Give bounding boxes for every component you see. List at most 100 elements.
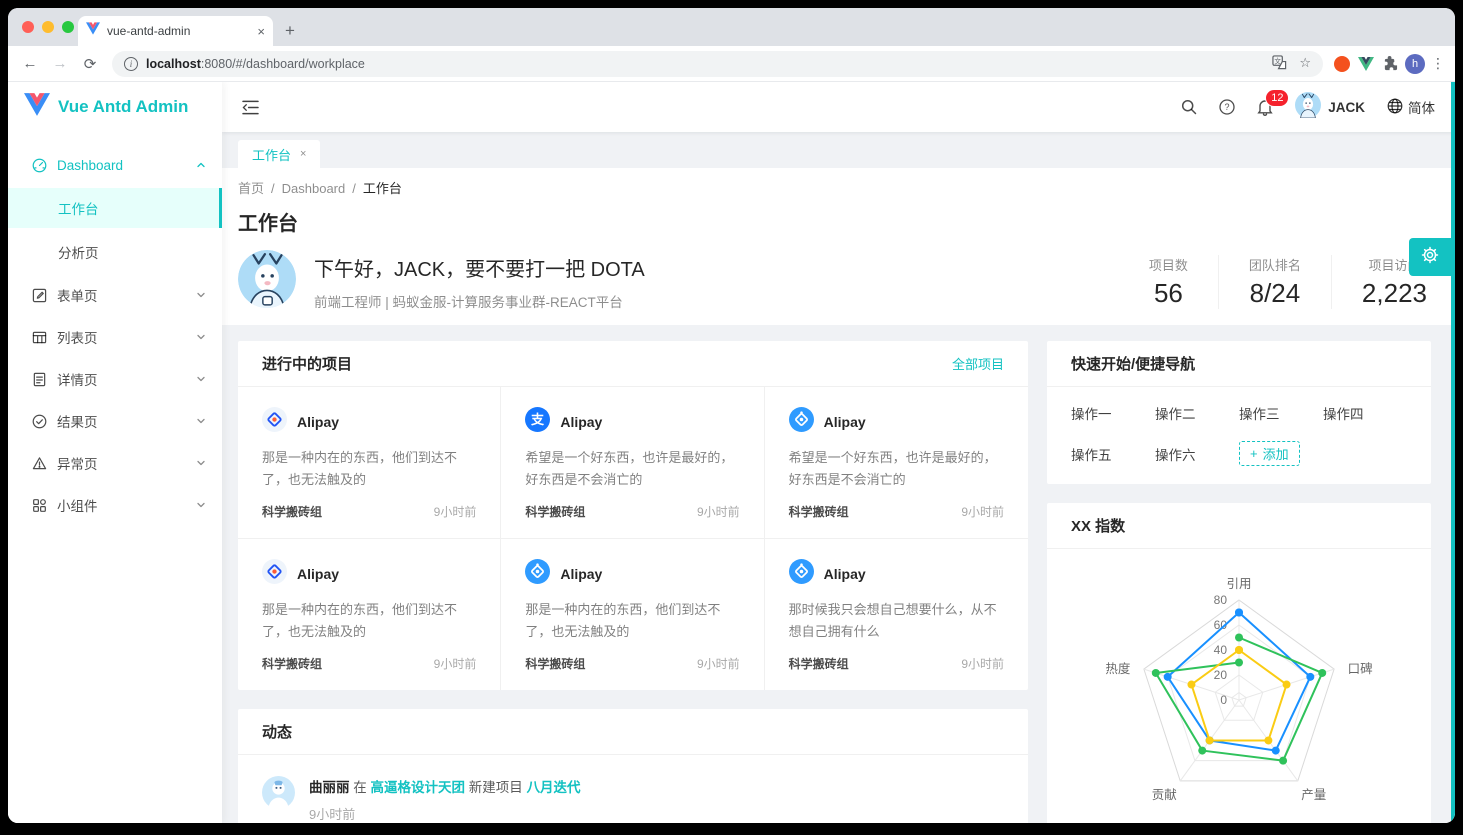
menu-fold-icon[interactable] — [242, 100, 259, 115]
sidebar-item-详情页[interactable]: 详情页 — [8, 360, 222, 398]
project-time: 9小时前 — [697, 503, 740, 520]
page-tabbar: 工作台× — [222, 132, 1455, 168]
browser-menu-icon[interactable]: ⋮ — [1431, 55, 1445, 72]
page-tab-工作台[interactable]: 工作台× — [238, 140, 320, 168]
browser-profile-avatar[interactable]: h — [1405, 54, 1425, 74]
project-group-link[interactable]: 科学搬砖组 — [525, 503, 585, 520]
chevron-down-icon — [196, 498, 206, 513]
quick-link-操作五[interactable]: 操作五 — [1071, 444, 1155, 464]
translate-icon[interactable]: 文 — [1272, 55, 1287, 73]
project-name[interactable]: Alipay — [824, 414, 866, 430]
project-footer: 科学搬砖组9小时前 — [789, 655, 1004, 672]
activity-text: 曲丽丽 在 高逼格设计天团 新建项目 八月迭代 — [309, 776, 1004, 796]
notification-bell-icon[interactable]: 12 — [1257, 99, 1273, 116]
extensions-puzzle-icon[interactable] — [1381, 55, 1399, 73]
sidebar-item-小组件[interactable]: 小组件 — [8, 486, 222, 524]
stat-value: 8/24 — [1249, 278, 1301, 309]
browser-tab-title: vue-antd-admin — [107, 24, 250, 38]
sidebar: Vue Antd Admin Dashboard 工作台分析页表单页列表页详情页结… — [8, 82, 222, 823]
sidebar-item-Dashboard[interactable]: Dashboard — [8, 146, 222, 184]
language-switcher[interactable]: 简体 — [1387, 97, 1435, 117]
theme-drawer-edge — [1451, 82, 1455, 823]
sidebar-item-表单页[interactable]: 表单页 — [8, 276, 222, 314]
app-logo-text: Vue Antd Admin — [58, 97, 188, 117]
sidebar-item-结果页[interactable]: 结果页 — [8, 402, 222, 440]
sidebar-submenu: 工作台分析页 — [8, 188, 222, 272]
project-name[interactable]: Alipay — [297, 414, 339, 430]
quick-link-操作二[interactable]: 操作二 — [1155, 403, 1239, 423]
radar-axis-label: 热度 — [1105, 661, 1131, 676]
reload-icon[interactable]: ⟳ — [78, 55, 102, 73]
activity-item: 曲丽丽 在 高逼格设计天团 新建项目 八月迭代 9小时前 — [262, 759, 1004, 823]
vue-devtools-icon[interactable] — [1357, 55, 1375, 73]
forward-icon[interactable]: → — [48, 55, 72, 72]
address-bar[interactable]: i localhost:8080/#/dashboard/workplace 文… — [112, 51, 1323, 77]
minimize-window-button[interactable] — [42, 21, 54, 33]
project-name[interactable]: Alipay — [824, 566, 866, 582]
back-icon[interactable]: ← — [18, 55, 42, 72]
tab-close-icon[interactable]: × — [257, 24, 265, 39]
project-group-link[interactable]: 科学搬砖组 — [789, 655, 849, 672]
project-card[interactable]: Alipay希望是一个好东西，也许是最好的，好东西是不会消亡的科学搬砖组9小时前 — [765, 387, 1028, 539]
bookmark-star-icon[interactable]: ☆ — [1299, 55, 1311, 73]
page-title: 工作台 — [238, 207, 1427, 236]
project-description: 希望是一个好东西，也许是最好的，好东西是不会消亡的 — [525, 447, 739, 491]
activity-link[interactable]: 高逼格设计天团 — [371, 780, 469, 795]
user-avatar — [1295, 92, 1321, 123]
stat-label: 团队排名 — [1249, 255, 1301, 274]
project-footer: 科学搬砖组9小时前 — [525, 655, 739, 672]
radar-tick-label: 40 — [1214, 643, 1228, 657]
extension-orange-icon[interactable] — [1333, 55, 1351, 73]
breadcrumb-item[interactable]: 首页 — [238, 181, 264, 196]
quick-link-操作三[interactable]: 操作三 — [1239, 403, 1323, 423]
add-button[interactable]: +添加 — [1239, 441, 1300, 466]
sidebar-item-label: Dashboard — [57, 158, 186, 173]
zoom-window-button[interactable] — [62, 21, 74, 33]
vue-logo-icon — [24, 93, 50, 121]
app-logo[interactable]: Vue Antd Admin — [8, 82, 222, 132]
browser-tab[interactable]: vue-antd-admin × — [78, 16, 273, 46]
result-icon — [32, 414, 47, 429]
site-info-icon[interactable]: i — [124, 57, 138, 71]
quick-link-操作四[interactable]: 操作四 — [1323, 403, 1407, 423]
activity-card: 动态 曲丽丽 在 高逼格设计天团 新建项目 八月迭代 9小时前付晓晓 在 高逼格… — [238, 709, 1028, 823]
url-host: localhost — [146, 57, 201, 71]
project-group-link[interactable]: 科学搬砖组 — [525, 655, 585, 672]
tab-close-icon[interactable]: × — [300, 148, 306, 160]
radar-card-title: XX 指数 — [1071, 515, 1125, 536]
traffic-lights — [22, 21, 74, 33]
project-group-link[interactable]: 科学搬砖组 — [262, 655, 322, 672]
project-card-head: Alipay — [525, 559, 739, 589]
quick-link-操作一[interactable]: 操作一 — [1071, 403, 1155, 423]
sidebar-item-工作台[interactable]: 工作台 — [8, 188, 222, 228]
activity-link[interactable]: 八月迭代 — [527, 780, 581, 795]
project-card[interactable]: Alipay那是一种内在的东西，他们到达不了，也无法触及的科学搬砖组9小时前 — [238, 387, 501, 539]
user-menu[interactable]: JACK — [1295, 92, 1365, 123]
project-time: 9小时前 — [434, 655, 477, 672]
project-name[interactable]: Alipay — [297, 566, 339, 582]
sidebar-item-label: 详情页 — [57, 369, 186, 389]
close-window-button[interactable] — [22, 21, 34, 33]
sidebar-item-异常页[interactable]: 异常页 — [8, 444, 222, 482]
project-card[interactable]: Alipay那是一种内在的东西，他们到达不了，也无法触及的科学搬砖组9小时前 — [501, 539, 764, 690]
project-group-link[interactable]: 科学搬砖组 — [789, 503, 849, 520]
quick-link-操作六[interactable]: 操作六 — [1155, 444, 1239, 464]
project-card[interactable]: Alipay那是一种内在的东西，他们到达不了，也无法触及的科学搬砖组9小时前 — [238, 539, 501, 690]
project-name[interactable]: Alipay — [560, 566, 602, 582]
sidebar-item-列表页[interactable]: 列表页 — [8, 318, 222, 356]
help-icon[interactable]: ? — [1219, 99, 1235, 115]
header-search-icon[interactable] — [1181, 99, 1197, 115]
all-projects-link[interactable]: 全部项目 — [952, 354, 1004, 373]
chevron-down-icon — [196, 372, 206, 387]
sidebar-item-分析页[interactable]: 分析页 — [8, 232, 222, 272]
project-card[interactable]: Alipay那时候我只会想自己想要什么，从不想自己拥有什么科学搬砖组9小时前 — [765, 539, 1028, 690]
sidebar-item-label: 表单页 — [57, 285, 186, 305]
new-tab-button[interactable]: + — [285, 22, 295, 39]
breadcrumb-item[interactable]: Dashboard — [282, 181, 346, 196]
project-card[interactable]: 支Alipay希望是一个好东西，也许是最好的，好东西是不会消亡的科学搬砖组9小时… — [501, 387, 764, 539]
project-name[interactable]: Alipay — [560, 414, 602, 430]
vue-favicon-icon — [86, 22, 100, 40]
screenshot-stage: vue-antd-admin × + ← → ⟳ i localhost:808… — [0, 0, 1463, 835]
project-group-link[interactable]: 科学搬砖组 — [262, 503, 322, 520]
theme-settings-button[interactable] — [1409, 238, 1451, 276]
